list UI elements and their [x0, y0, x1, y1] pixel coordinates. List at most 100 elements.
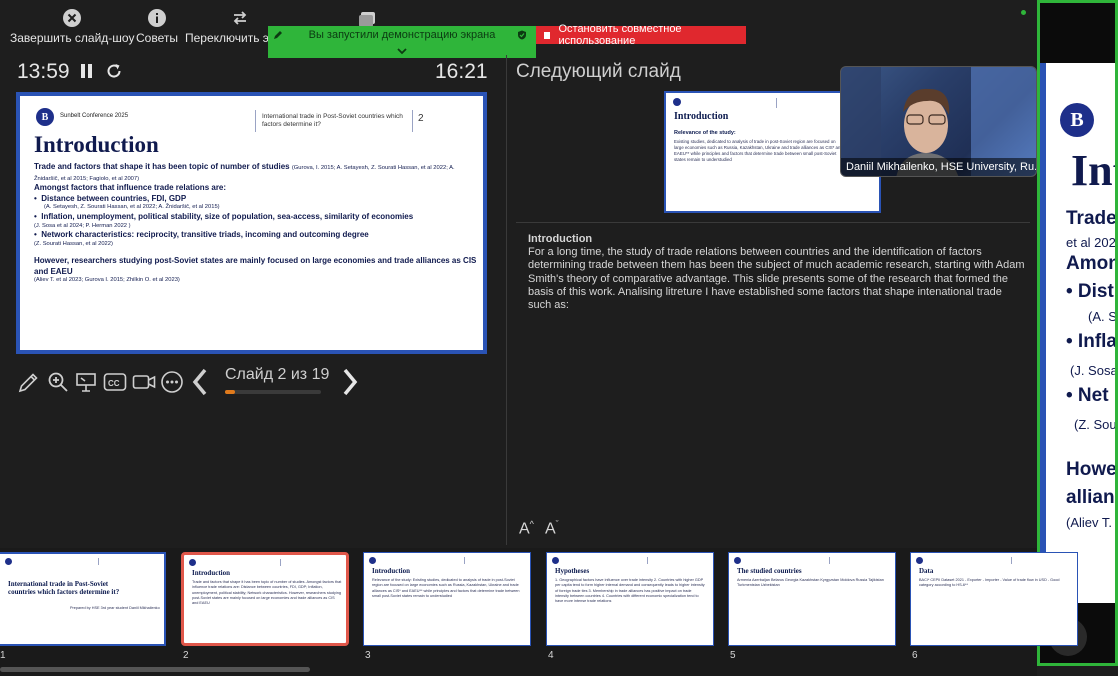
slide-filmstrip[interactable]: International trade in Post-Soviet count… [0, 548, 1078, 676]
tips-button[interactable]: Советы [136, 8, 178, 45]
share-banner-expand[interactable] [268, 44, 536, 58]
next-slide-label: Следующий слайд [516, 61, 681, 82]
thumbnail-text: Armenia Azerbaijan Belarus Georgia Kazak… [737, 578, 884, 588]
svg-text:CC: CC [108, 379, 120, 388]
switch-display-label: Переключить эк [185, 31, 275, 45]
next-slide-text: Existing studies, dedicated to analysis … [674, 139, 843, 162]
slide-thumbnail[interactable]: Data BACI* CEPII Dataset 2021 - Exporter … [910, 552, 1078, 646]
thumbnail-number: 3 [365, 650, 371, 661]
thumbnail-text: Prepared by HSE 3rd year student Daniil … [70, 606, 160, 610]
decrease-font-button[interactable]: Aˇ [545, 519, 559, 538]
shared-slide-text: (Z. Sour [1074, 417, 1118, 432]
header-divider [412, 110, 413, 132]
shared-slide-text: Trade [1066, 208, 1117, 229]
slide-thumbnail[interactable]: Hypotheses 1. Geographical factors have i… [546, 552, 714, 646]
slide-text: Inflation, unemployment, political stabi… [41, 212, 414, 222]
subtitles-icon[interactable]: CC [103, 370, 127, 394]
thumbnail-title: Introduction [372, 567, 410, 575]
shared-slide-text: • Dist [1066, 281, 1114, 302]
thumbnail-title: The studied countries [737, 567, 802, 575]
slide-thumbnail[interactable]: The studied countries Armenia Azerbaijan … [728, 552, 896, 646]
thumbnail-text: Trade and factors that shape it has been… [192, 580, 342, 606]
thumbnail-header [98, 558, 158, 565]
shield-check-icon [518, 30, 526, 40]
end-slideshow-button[interactable]: Завершить слайд-шоу [10, 8, 134, 45]
decrease-font-label: A [545, 520, 556, 538]
stop-share-button[interactable]: Остановить совместное использование [536, 23, 746, 47]
conference-label: Sunbelt Conference 2025 [60, 113, 129, 119]
slide-text: Distance between countries, FDI, GDP [41, 193, 187, 203]
speaker-notes[interactable]: Introduction For a long time, the study … [528, 233, 1026, 312]
camera-icon[interactable] [132, 370, 156, 394]
hse-logo: B [36, 108, 54, 126]
tips-label: Советы [136, 31, 178, 45]
thumbnail-text: BACI* CEPII Dataset 2021 - Exporter - Im… [919, 578, 1060, 588]
slide-body: Trade and factors that shape it has been… [34, 162, 480, 285]
slide-thumbnail[interactable]: International trade in Post-Soviet count… [0, 552, 166, 646]
slide-counter: Слайд 2 из 19 [225, 366, 330, 383]
shared-slide-text: Howe [1066, 459, 1117, 480]
hse-logo [673, 98, 681, 106]
thumbnail-header [1011, 557, 1071, 564]
screen-share-banner: Вы запустили демонстрацию экрана [268, 26, 536, 44]
slide-bullet: • Inflation, unemployment, political sta… [34, 212, 414, 222]
hse-logo [734, 557, 741, 564]
swap-arrows-icon [233, 11, 247, 25]
pointer-icon[interactable] [74, 370, 98, 394]
hse-logo [189, 559, 196, 566]
hse-logo [369, 557, 376, 564]
more-options-icon[interactable] [160, 370, 184, 394]
pen-tool-icon[interactable] [17, 370, 41, 394]
shared-slide-text: allianc [1066, 487, 1115, 508]
shared-slide-text: Among [1066, 253, 1115, 274]
chevron-down-icon [397, 48, 407, 55]
thumbnail-number: 5 [730, 650, 736, 661]
shared-slide: B Int Trade et al 202 Among • Dist (A. S… [1040, 63, 1118, 603]
slide-title: Introduction [34, 132, 159, 157]
thumbnail-header [829, 557, 889, 564]
shared-slide-text: et al 202 [1066, 235, 1116, 250]
thumbnail-number: 2 [183, 650, 189, 661]
thumbnail-header [280, 559, 340, 566]
stop-icon [544, 31, 551, 39]
slide-text: Amongst factors that influence trade rel… [34, 183, 227, 193]
increase-font-button[interactable]: A^ [519, 519, 534, 538]
next-slide-title: Introduction [674, 111, 729, 122]
zoom-icon[interactable] [46, 370, 70, 394]
hse-logo: B [1060, 103, 1094, 137]
previous-slide-icon[interactable] [189, 367, 213, 397]
participant-name: Daniil Mikhailenko, HSE University, Ru..… [841, 158, 1036, 176]
slide-bullet: • Distance between countries, FDI, GDP [34, 193, 187, 203]
thumbnail-title: Introduction [192, 569, 230, 577]
slide-refs: (Z. Sourati Hassan, et al 2022) [34, 240, 113, 247]
camera-feed[interactable]: Daniil Mikhailenko, HSE University, Ru..… [840, 66, 1037, 177]
slide-text: Trade and factors that shape it has been… [34, 162, 290, 171]
slide-progress-bar [225, 390, 321, 394]
slide-refs: (A. Setayesh, Z. Sourati Hassan, et al 2… [44, 204, 220, 211]
thumbnail-title: International trade in Post-Soviet count… [8, 580, 120, 596]
thumbnail-title: Data [919, 567, 934, 575]
slide-thumbnail[interactable]: Introduction Trade and factors that shape… [181, 552, 349, 646]
recording-indicator [1021, 10, 1026, 15]
notes-body: For a long time, the study of trade rela… [528, 246, 1025, 311]
hse-logo [5, 558, 12, 565]
current-slide: B Sunbelt Conference 2025 International … [16, 92, 487, 354]
notes-separator [516, 222, 1030, 223]
reset-timer-icon[interactable] [105, 62, 123, 80]
stop-share-label: Остановить совместное использование [558, 23, 682, 47]
slide-text: Network characteristics: reciprocity, tr… [41, 230, 369, 240]
filmstrip-scrollbar[interactable] [0, 667, 310, 672]
slide-thumbnail[interactable]: Introduction Relevance of the study: Exis… [363, 552, 531, 646]
slide-refs: (Aliev T. et al 2023; Gurova I. 2015; Zh… [34, 277, 180, 284]
next-slide-icon[interactable] [337, 367, 361, 397]
switch-display-button[interactable]: Переключить эк [185, 8, 274, 45]
notes-heading: Introduction [528, 233, 593, 245]
close-icon [63, 9, 82, 27]
thumbnail-number: 6 [912, 650, 918, 661]
shared-slide-title: Int [1071, 146, 1115, 195]
thumbnail-number: 1 [0, 650, 6, 661]
increase-font-label: A [519, 520, 530, 538]
slideshow-presenter-view: Завершить слайд-шоу Советы Переключить э… [0, 0, 1118, 676]
header-divider [255, 110, 256, 132]
pause-icon[interactable] [79, 63, 94, 79]
